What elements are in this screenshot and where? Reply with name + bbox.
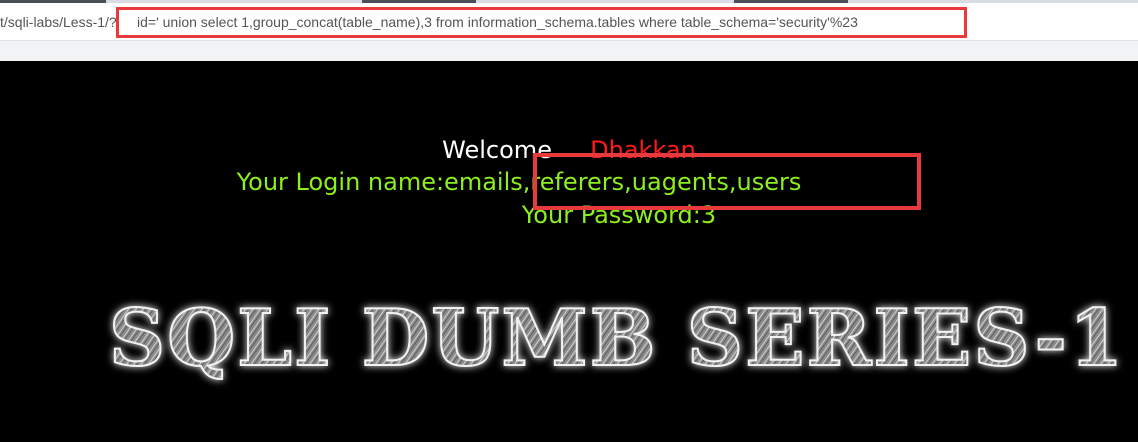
- result-annotation-box: [533, 153, 921, 210]
- url-prefix: t/sqli-labs/Less-1/?: [0, 14, 117, 30]
- sqli-dumb-series-banner: SQLI DUMB SERIES-1: [108, 293, 1125, 385]
- address-bar[interactable]: t/sqli-labs/Less-1/? id=' union select 1…: [0, 3, 1138, 40]
- page-content: Welcome Dhakkan Your Login name:emails,r…: [0, 61, 1138, 442]
- toolbar-divider: [0, 40, 1138, 61]
- banner-text: SQLI DUMB SERIES-1: [109, 293, 1125, 384]
- url-annotation-box: [116, 7, 967, 38]
